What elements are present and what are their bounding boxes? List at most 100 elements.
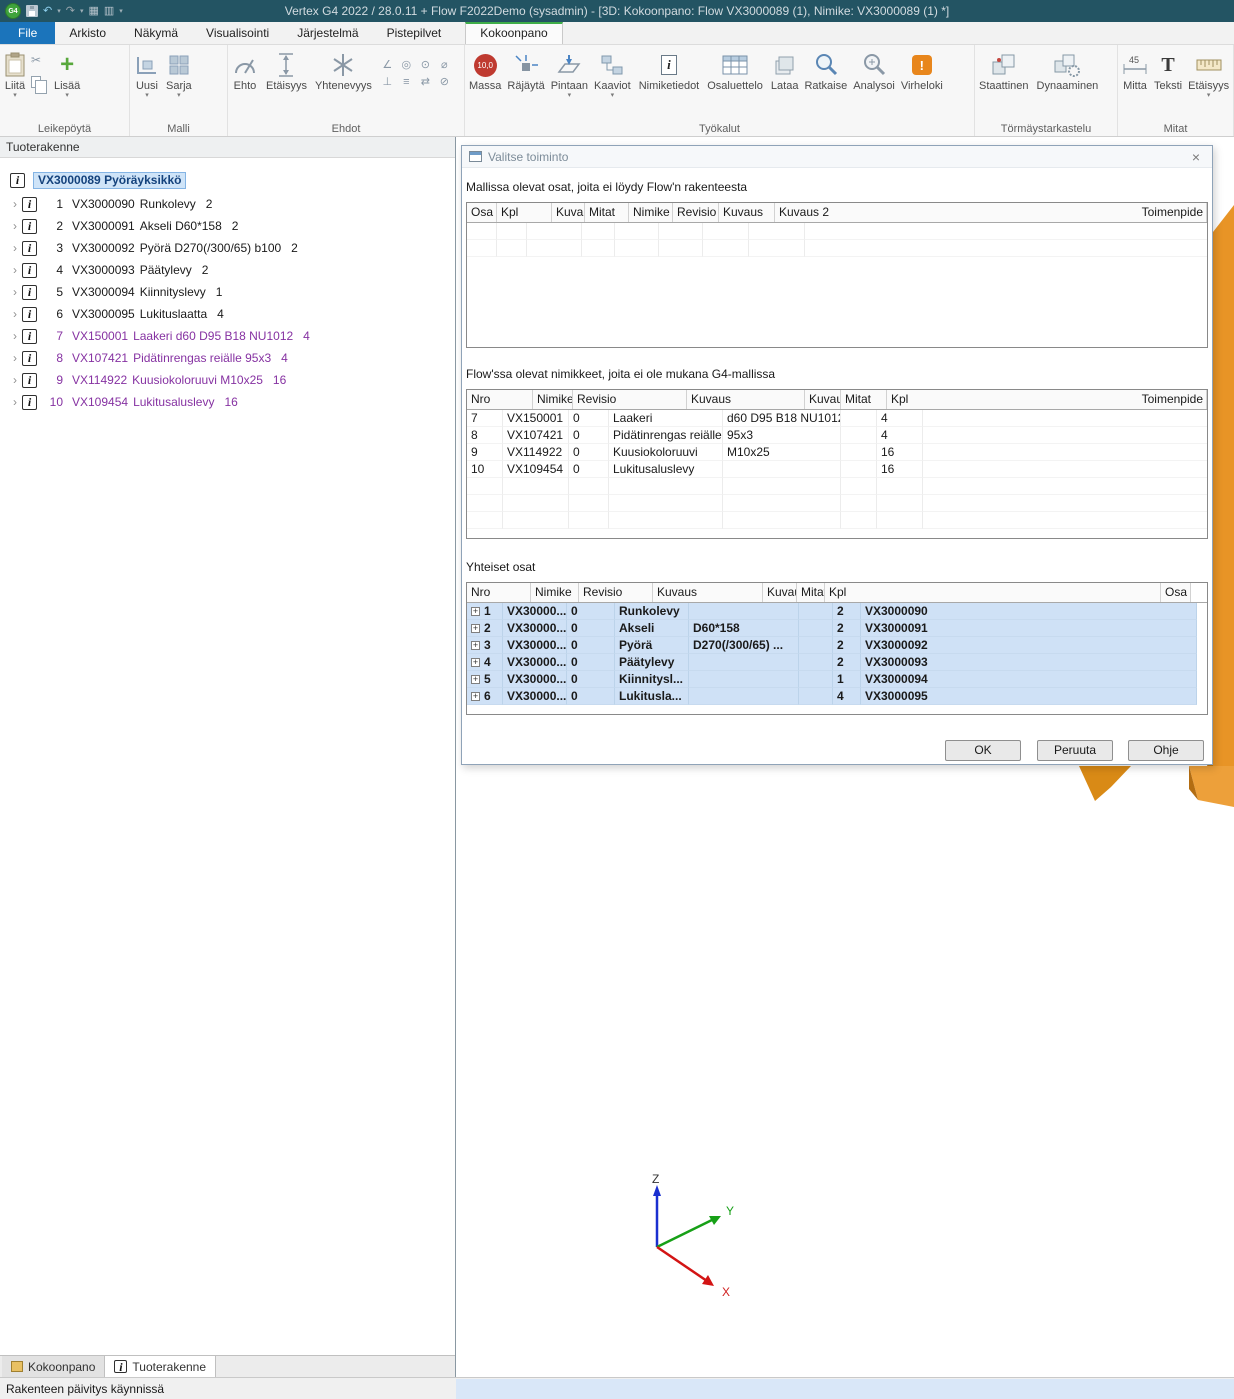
dynamic-collision-button[interactable]: Dynaaminen [1037,48,1099,92]
expand-chevron-icon[interactable] [8,329,22,343]
table-row[interactable]: 8 VX107421 0 Pidätinrengas reiälle 95x3 … [467,427,1207,444]
constraint-button[interactable]: Ehto [232,48,258,92]
table-row[interactable]: 6 VX30000... 0 Lukitusla... 4 VX3000095 [467,688,1207,705]
ribbon-tab[interactable]: Järjestelmä [283,22,372,44]
ribbon-tab[interactable]: Näkymä [120,22,192,44]
constraint-icon[interactable]: ≡ [397,73,416,90]
constraint-icon[interactable]: ⊙ [416,56,435,73]
expand-chevron-icon[interactable] [8,351,22,365]
item-info-icon[interactable] [22,307,37,322]
3d-viewport[interactable]: Z Y X Valitse toiminto × Mallissa olevat… [456,137,1234,1377]
constraint-icon[interactable]: ⇄ [416,73,435,90]
table-row[interactable]: 3 VX30000... 0 Pyörä D270(/300/65) ... 2… [467,637,1207,654]
tree-item[interactable]: 1 VX3000090 Runkolevy 2 [0,193,455,215]
table-row[interactable]: 7 VX150001 0 Laakeri d60 D95 B18 NU1012 … [467,410,1207,427]
tree-item[interactable]: 8 VX107421 Pidätinrengas reiälle 95x3 4 [0,347,455,369]
item-info-icon[interactable] [22,395,37,410]
dialog-titlebar[interactable]: Valitse toiminto × [462,146,1212,168]
ribbon-tab[interactable]: Visualisointi [192,22,283,44]
item-info-icon[interactable] [22,329,37,344]
expand-plus-icon[interactable] [471,692,480,701]
item-info-icon[interactable] [22,241,37,256]
tree-item[interactable]: 4 VX3000093 Päätylevy 2 [0,259,455,281]
item-info-icon[interactable] [22,197,37,212]
expand-plus-icon[interactable] [471,641,480,650]
tab-kokoonpano[interactable]: Kokoonpano [2,1356,105,1377]
expand-chevron-icon[interactable] [8,285,22,299]
quick-access-dropdown-icon[interactable]: ▾ [119,7,123,15]
analyze-button[interactable]: Analysoi [853,48,895,92]
tree-item[interactable]: 6 VX3000095 Lukituslaatta 4 [0,303,455,325]
ribbon-tab[interactable]: File [0,22,55,44]
product-structure-tree[interactable]: VX3000089 Pyöräyksikkö 1 VX3000090 Runko… [0,158,455,1355]
tab-tuoterakenne[interactable]: Tuoterakenne [105,1356,216,1377]
tree-item[interactable]: 2 VX3000091 Akseli D60*158 2 [0,215,455,237]
tree-item[interactable]: 10 VX109454 Lukitusaluslevy 16 [0,391,455,413]
table-row[interactable]: 2 VX30000... 0 Akseli D60*158 2 VX300009… [467,620,1207,637]
undo-icon[interactable]: ↶ [43,5,52,17]
table-row[interactable]: 10 VX109454 0 Lukitusaluslevy 16 [467,461,1207,478]
mass-button[interactable]: 10,0 Massa [469,48,501,92]
window-layout-icon[interactable]: ▥ [104,5,114,17]
tree-item[interactable]: 7 VX150001 Laakeri d60 D95 B18 NU1012 4 [0,325,455,347]
expand-chevron-icon[interactable] [8,373,22,387]
coincidence-constraint-button[interactable]: Yhtenevyys [315,48,372,92]
app-logo-icon[interactable]: G4 [5,3,21,19]
window-grid-icon[interactable]: ▦ [88,5,98,17]
item-info-icon[interactable] [22,351,37,366]
distance-constraint-button[interactable]: Etäisyys [266,48,307,92]
item-info-icon[interactable] [22,285,37,300]
redo-icon[interactable]: ↷ [66,5,75,17]
tree-item[interactable]: 3 VX3000092 Pyörä D270(/300/65) b100 2 [0,237,455,259]
item-info-icon[interactable] [10,173,25,188]
constraint-icon[interactable]: ◎ [397,56,416,73]
text-button[interactable]: T Teksti [1154,48,1182,92]
load-button[interactable]: Lataa [771,48,799,92]
constraint-icon[interactable]: ∠ [378,56,397,73]
item-info-icon[interactable] [22,373,37,388]
tree-root-item[interactable]: VX3000089 Pyöräyksikkö [10,170,455,190]
expand-plus-icon[interactable] [471,624,480,633]
table-row[interactable]: 4 VX30000... 0 Päätylevy 2 VX3000093 [467,654,1207,671]
expand-plus-icon[interactable] [471,607,480,616]
save-icon[interactable] [26,5,38,17]
tree-item[interactable]: 5 VX3000094 Kiinnityslevy 1 [0,281,455,303]
explode-button[interactable]: Räjäytä [507,48,544,92]
table-body[interactable] [467,223,1207,347]
dimension-button[interactable]: 45 Mitta [1122,48,1148,92]
table-body[interactable]: 1 VX30000... 0 Runkolevy 2 VX3000090 2 [467,603,1207,714]
solve-button[interactable]: Ratkaise [804,48,847,92]
cancel-button[interactable]: Peruuta [1037,740,1113,761]
to-surface-button[interactable]: Pintaan ▾ [551,48,588,100]
expand-plus-icon[interactable] [471,658,480,667]
close-icon[interactable]: × [1187,149,1205,165]
table-row[interactable]: 9 VX114922 0 Kuusiokoloruuvi M10x25 16 [467,444,1207,461]
expand-chevron-icon[interactable] [8,241,22,255]
ribbon-tab[interactable]: Kokoonpano [465,22,562,44]
item-info-icon[interactable] [22,219,37,234]
distance-measure-button[interactable]: Etäisyys ▾ [1188,48,1229,100]
tree-root-label[interactable]: VX3000089 Pyöräyksikkö [33,172,186,189]
expand-chevron-icon[interactable] [8,197,22,211]
cut-icon[interactable]: ✂ [28,52,44,68]
titlebar[interactable]: G4 ↶ ▾ ↷ ▾ ▦ ▥ ▾ Vertex G4 2022 / 28.0.1… [0,0,1234,22]
add-button[interactable]: + Lisää ▾ [54,48,80,100]
part-list-button[interactable]: Osaluettelo [707,48,763,92]
ribbon-tab[interactable]: Pistepilvet [373,22,456,44]
copy-icon[interactable] [28,74,44,90]
constraint-icon[interactable]: ⊘ [435,73,454,90]
constraint-icon[interactable]: ⊥ [378,73,397,90]
expand-chevron-icon[interactable] [8,263,22,277]
paste-button[interactable]: Liitä ▾ [4,48,26,100]
help-button[interactable]: Ohje [1128,740,1204,761]
error-log-button[interactable]: ! Virheloki [901,48,943,92]
constraint-icon[interactable]: ⌀ [435,56,454,73]
item-info-icon[interactable] [22,263,37,278]
item-data-button[interactable]: i Nimiketiedot [639,48,700,92]
static-collision-button[interactable]: Staattinen [979,48,1029,92]
series-button[interactable]: Sarja ▾ [166,48,192,100]
undo-dropdown-icon[interactable]: ▾ [57,7,61,15]
expand-chevron-icon[interactable] [8,395,22,409]
table-body[interactable]: 7 VX150001 0 Laakeri d60 D95 B18 NU1012 … [467,410,1207,538]
expand-chevron-icon[interactable] [8,307,22,321]
